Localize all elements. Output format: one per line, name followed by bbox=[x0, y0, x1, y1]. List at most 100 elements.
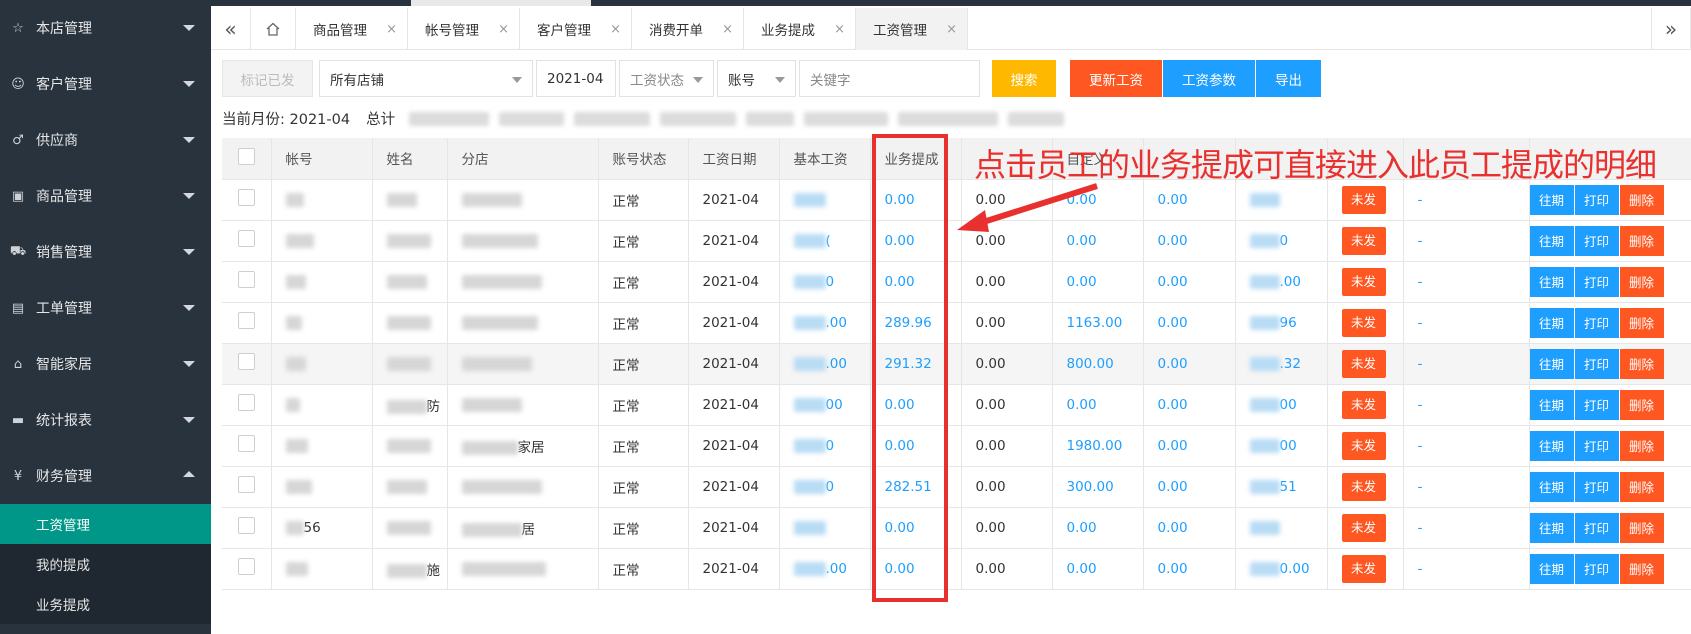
unpaid-badge[interactable]: 未发 bbox=[1341, 226, 1386, 255]
print-button[interactable]: 打印 bbox=[1574, 307, 1619, 338]
delete-button[interactable]: 删除 bbox=[1619, 430, 1664, 461]
sidebar-item[interactable]: ⛟ 销售管理 bbox=[0, 224, 211, 280]
history-button[interactable]: 往期 bbox=[1529, 553, 1574, 584]
sidebar-item[interactable]: ▤ 工单管理 bbox=[0, 280, 211, 336]
sidebar-item[interactable]: ¥ 财务管理 bbox=[0, 448, 211, 504]
table-row[interactable]: 防正常 2021-04 00 0.00 0.00 0.00 0.00 00 未发 - 往期 打印 删除 bbox=[222, 384, 1691, 426]
month-input[interactable]: 2021-04 bbox=[536, 60, 616, 97]
print-button[interactable]: 打印 bbox=[1574, 184, 1619, 215]
history-button[interactable]: 往期 bbox=[1529, 307, 1574, 338]
cell-text: 0 bbox=[825, 437, 835, 454]
cell-text: 300.00 bbox=[1066, 478, 1114, 495]
row-checkbox[interactable] bbox=[237, 271, 255, 288]
table-row[interactable]: 正常 2021-04.00 291.32 0.00 800.00 0.00.32 未发 - 往期… bbox=[222, 343, 1691, 385]
close-icon[interactable]: × bbox=[722, 22, 733, 37]
keyword-input[interactable]: 关键字 bbox=[799, 60, 980, 97]
table-row[interactable]: 正常 2021-04.00 289.96 0.00 1163.00 0.00 96 未发 - 往期… bbox=[222, 302, 1691, 344]
select-all-checkbox[interactable] bbox=[237, 147, 255, 165]
history-button[interactable]: 往期 bbox=[1529, 389, 1574, 420]
history-button[interactable]: 往期 bbox=[1529, 471, 1574, 502]
account-select[interactable]: 账号 bbox=[717, 60, 796, 97]
row-checkbox[interactable] bbox=[237, 189, 255, 206]
print-button[interactable]: 打印 bbox=[1574, 348, 1619, 379]
unpaid-badge[interactable]: 未发 bbox=[1341, 554, 1386, 583]
table-row[interactable]: 施正常 2021-04.00 0.00 0.00 0.00 0.00 0.00 未发 - 往期 打印… bbox=[222, 548, 1691, 590]
close-icon[interactable]: × bbox=[946, 22, 957, 37]
print-button[interactable]: 打印 bbox=[1574, 266, 1619, 297]
row-checkbox[interactable] bbox=[237, 312, 255, 329]
history-button[interactable]: 往期 bbox=[1529, 430, 1574, 461]
sidebar-item[interactable]: ▣ 商品管理 bbox=[0, 168, 211, 224]
delete-button[interactable]: 删除 bbox=[1619, 553, 1664, 584]
salary-params-button[interactable]: 工资参数 bbox=[1163, 60, 1255, 97]
delete-button[interactable]: 删除 bbox=[1619, 225, 1664, 256]
delete-button[interactable]: 删除 bbox=[1619, 471, 1664, 502]
row-checkbox[interactable] bbox=[237, 230, 255, 247]
export-button[interactable]: 导出 bbox=[1256, 60, 1321, 97]
unpaid-badge[interactable]: 未发 bbox=[1341, 308, 1386, 337]
store-select[interactable]: 所有店铺 bbox=[319, 60, 533, 97]
update-salary-button[interactable]: 更新工资 bbox=[1070, 60, 1162, 97]
history-button[interactable]: 往期 bbox=[1529, 266, 1574, 297]
row-checkbox[interactable] bbox=[237, 476, 255, 493]
unpaid-badge[interactable]: 未发 bbox=[1341, 390, 1386, 419]
sidebar-item-label: 销售管理 bbox=[36, 245, 92, 261]
sidebar-item[interactable]: ☆ 本店管理 bbox=[0, 0, 211, 56]
mark-paid-button[interactable]: 标记已发 bbox=[222, 60, 313, 97]
tabs-scroll-left-icon[interactable]: « bbox=[211, 8, 251, 50]
print-button[interactable]: 打印 bbox=[1574, 512, 1619, 543]
tab[interactable]: 业务提成 × bbox=[744, 8, 856, 50]
sidebar-item[interactable]: ☺ 客户管理 bbox=[0, 56, 211, 112]
row-checkbox[interactable] bbox=[237, 517, 255, 534]
print-button[interactable]: 打印 bbox=[1574, 225, 1619, 256]
print-button[interactable]: 打印 bbox=[1574, 553, 1619, 584]
delete-button[interactable]: 删除 bbox=[1619, 307, 1664, 338]
history-button[interactable]: 往期 bbox=[1529, 348, 1574, 379]
unpaid-badge[interactable]: 未发 bbox=[1341, 185, 1386, 214]
table-row[interactable]: 正常 2021-04 0 0.00 0.00 0.00 0.00.00 未发 - 往期 打印 删除 bbox=[222, 261, 1691, 303]
delete-button[interactable]: 删除 bbox=[1619, 184, 1664, 215]
sidebar-item[interactable]: ▬ 统计报表 bbox=[0, 392, 211, 448]
row-checkbox[interactable] bbox=[237, 558, 255, 575]
unpaid-badge[interactable]: 未发 bbox=[1341, 431, 1386, 460]
tab[interactable]: 商品管理 × bbox=[296, 8, 408, 50]
table-row[interactable]: 正常 2021-04 0 282.51 0.00 300.00 0.00 51 未发 - 往期 打印删… bbox=[222, 466, 1691, 508]
row-checkbox[interactable] bbox=[237, 353, 255, 370]
sidebar-item[interactable]: ♂ 供应商 bbox=[0, 112, 211, 168]
close-icon[interactable]: × bbox=[610, 22, 621, 37]
tab[interactable]: 消费开单 × bbox=[632, 8, 744, 50]
close-icon[interactable]: × bbox=[386, 22, 397, 37]
print-button[interactable]: 打印 bbox=[1574, 471, 1619, 502]
sidebar-item[interactable]: ⌂ 智能家居 bbox=[0, 336, 211, 392]
salary-status-select[interactable]: 工资状态 bbox=[619, 60, 714, 97]
tab[interactable]: 客户管理 × bbox=[520, 8, 632, 50]
cell-status: 正常 bbox=[598, 507, 689, 549]
tab[interactable]: 工资管理 × bbox=[856, 8, 968, 50]
table-row[interactable]: 家居 正常 2021-04 0 0.00 0.00 1980.00 0.00 00 未发 - 往期 打印… bbox=[222, 425, 1691, 467]
sidebar-subitem[interactable]: 工资管理 bbox=[0, 504, 211, 544]
row-checkbox[interactable] bbox=[237, 394, 255, 411]
history-button[interactable]: 往期 bbox=[1529, 512, 1574, 543]
delete-button[interactable]: 删除 bbox=[1619, 266, 1664, 297]
table-row[interactable]: 56 居正常 2021-04 0.00 0.00 0.00 0.00 未发 - 往期 打印 删除 bbox=[222, 507, 1691, 549]
home-icon[interactable] bbox=[251, 8, 296, 50]
tabs-scroll-right-icon[interactable]: » bbox=[1651, 8, 1691, 50]
print-button[interactable]: 打印 bbox=[1574, 389, 1619, 420]
search-button[interactable]: 搜索 bbox=[992, 60, 1056, 97]
close-icon[interactable]: × bbox=[498, 22, 509, 37]
history-button[interactable]: 往期 bbox=[1529, 184, 1574, 215]
unpaid-badge[interactable]: 未发 bbox=[1341, 472, 1386, 501]
print-button[interactable]: 打印 bbox=[1574, 430, 1619, 461]
delete-button[interactable]: 删除 bbox=[1619, 512, 1664, 543]
sidebar-subitem[interactable]: 我的提成 bbox=[0, 544, 211, 584]
unpaid-badge[interactable]: 未发 bbox=[1341, 267, 1386, 296]
unpaid-badge[interactable]: 未发 bbox=[1341, 349, 1386, 378]
close-icon[interactable]: × bbox=[834, 22, 845, 37]
tab[interactable]: 帐号管理 × bbox=[408, 8, 520, 50]
unpaid-badge[interactable]: 未发 bbox=[1341, 513, 1386, 542]
delete-button[interactable]: 删除 bbox=[1619, 389, 1664, 420]
history-button[interactable]: 往期 bbox=[1529, 225, 1574, 256]
sidebar-subitem[interactable]: 业务提成 bbox=[0, 584, 211, 624]
row-checkbox[interactable] bbox=[237, 435, 255, 452]
delete-button[interactable]: 删除 bbox=[1619, 348, 1664, 379]
